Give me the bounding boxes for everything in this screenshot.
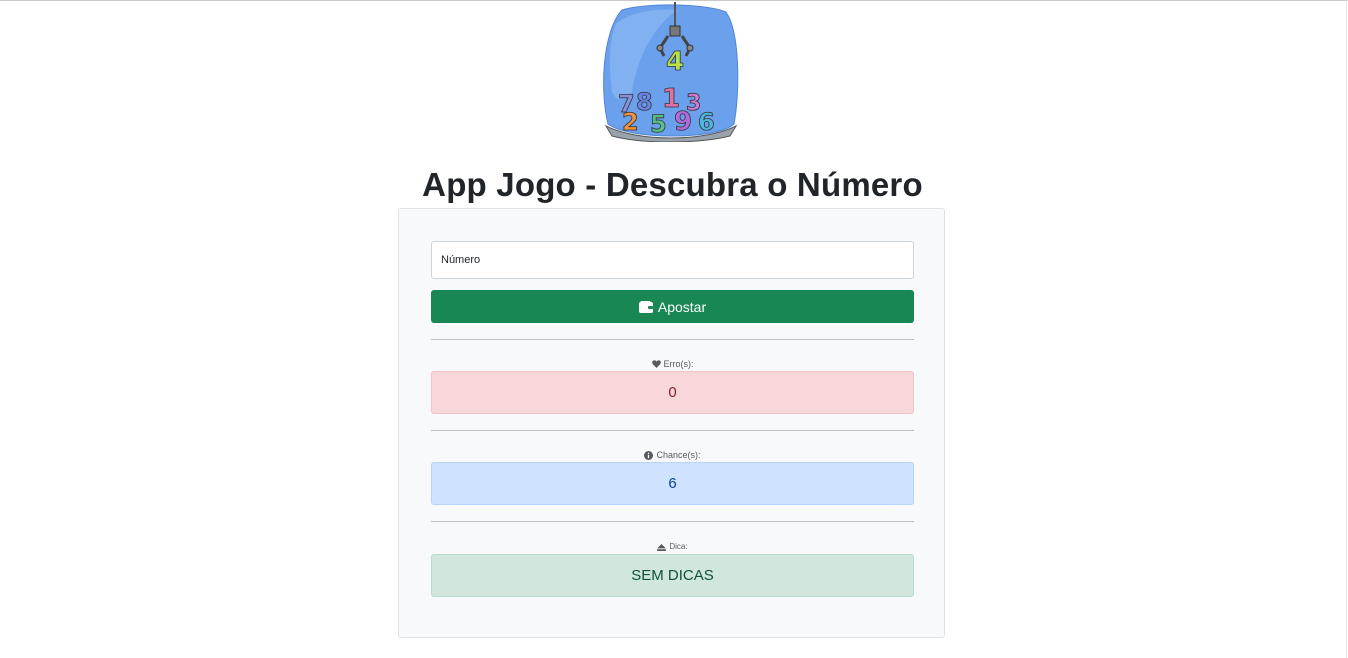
hint-value: SEM DICAS <box>631 567 714 584</box>
hint-label-text: Dica: <box>669 542 688 551</box>
errors-value-box: 0 <box>431 371 914 414</box>
chances-label: Chance(s): <box>431 449 914 461</box>
guess-input[interactable] <box>431 241 914 279</box>
scrollbar-edge <box>1346 0 1347 658</box>
heart-icon <box>651 360 661 368</box>
page-title: App Jogo - Descubra o Número <box>422 166 923 203</box>
divider <box>431 430 914 431</box>
errors-value: 0 <box>668 384 677 401</box>
logo-digit: 6 <box>698 108 715 136</box>
logo-digit: 9 <box>674 107 692 137</box>
bet-button[interactable]: Apostar <box>431 290 914 323</box>
errors-label-text: Erro(s): <box>663 359 694 369</box>
claw-machine-icon: 4 7 8 1 3 2 5 9 6 <box>603 2 739 143</box>
chances-value-box: 6 <box>431 462 914 505</box>
top-border <box>0 0 1348 1</box>
game-card: Apostar Erro(s): 0 Chance(s): 6 Dica: SE… <box>398 208 945 638</box>
divider <box>431 521 914 522</box>
bet-button-label: Apostar <box>657 298 707 315</box>
eject-icon <box>657 543 667 551</box>
divider <box>431 339 914 340</box>
logo-digit: 2 <box>622 108 639 136</box>
logo-digit: 5 <box>650 110 667 138</box>
hint-label: Dica: <box>431 541 914 553</box>
chances-value: 6 <box>668 475 677 492</box>
info-circle-icon <box>644 450 654 460</box>
logo-digit: 4 <box>666 47 684 77</box>
chances-label-text: Chance(s): <box>656 450 701 460</box>
hint-value-box: SEM DICAS <box>431 554 914 597</box>
game-logo: 4 7 8 1 3 2 5 9 6 <box>598 2 744 143</box>
errors-label: Erro(s): <box>431 358 914 370</box>
wallet-icon <box>638 300 653 313</box>
